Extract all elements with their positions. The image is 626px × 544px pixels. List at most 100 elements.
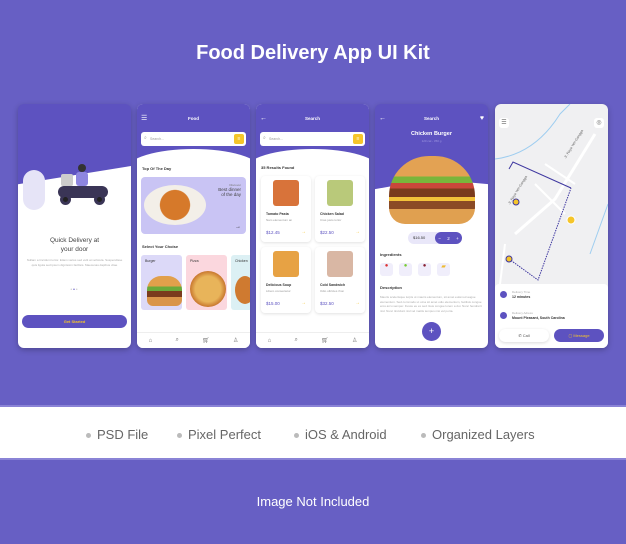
choice-heading: Select Your Choise [142, 244, 179, 249]
page-indicator[interactable]: ••• [18, 287, 131, 293]
chicken-dish-image [144, 185, 206, 225]
lettuce-icon: ● [399, 263, 412, 276]
food-card[interactable]: Tomato Pasta Nam elementum an $12.45 → [261, 176, 311, 242]
search-icon[interactable]: ⌕ [175, 337, 178, 344]
onboarding-body: Nullam a tincidunt tortor. Etiam varius … [26, 258, 123, 267]
search-results-screen: ← Search ⌕ Search... ≡ 35 Results Found To… [256, 104, 369, 348]
filter-icon[interactable]: ≡ [353, 134, 363, 144]
profile-icon[interactable]: ♙ [233, 337, 238, 344]
increase-button[interactable]: + [456, 236, 459, 241]
call-button[interactable]: ✆ Call [499, 329, 549, 342]
arrow-right-icon[interactable]: → [355, 229, 360, 235]
arrow-right-icon[interactable]: → [301, 300, 306, 306]
onion-icon: ● [418, 263, 431, 276]
feature-label: iOS & Android [305, 427, 387, 442]
detail-title: Search [423, 116, 439, 121]
product-meta: 120 cal - 350 g [421, 139, 442, 143]
features-band: PSD File Pixel Perfect iOS & Android Org… [0, 405, 626, 460]
food-price: $15.00 [266, 301, 280, 306]
promo-title-line2: of the day [221, 192, 241, 197]
category-label: Pizza [190, 259, 199, 263]
cheese-icon: ▰ [437, 263, 450, 276]
home-icon[interactable]: ⌂ [268, 338, 272, 344]
clock-icon [500, 291, 507, 298]
locate-button[interactable]: ◎ [594, 118, 604, 128]
tracking-screen: Jl. Raya Yeh Gangga Jl. Raya Yeh Gangga … [495, 104, 608, 348]
food-name: Cold Sandwich [320, 283, 346, 287]
cloud-illustration [23, 170, 45, 210]
profile-icon[interactable]: ♙ [352, 337, 357, 344]
onboarding-heading-line2: your door [60, 246, 89, 253]
get-started-button[interactable]: Get Started [22, 315, 127, 328]
search-input[interactable]: ⌕ Search... ≡ [141, 132, 246, 146]
menu-button[interactable]: ☰ [499, 118, 509, 128]
scooter-illustration [56, 164, 116, 209]
category-label: Chicken [235, 259, 248, 263]
category-chicken[interactable]: Chicken [231, 255, 250, 310]
delivery-address-label: Delivery Adress [512, 311, 533, 315]
food-desc: Cras justo tortor [320, 218, 342, 222]
feature-item: iOS & Android [294, 427, 387, 442]
search-icon: ⌕ [144, 135, 147, 141]
arrow-right-icon[interactable]: → [235, 224, 241, 230]
bullet-icon [421, 433, 426, 439]
onboarding-screen: Quick Delivery at your door Nullam a tin… [18, 104, 131, 348]
pasta-image [273, 180, 299, 206]
results-title: Search [304, 116, 320, 121]
quantity-value: 2 [447, 235, 450, 241]
bottom-nav: ⌂ ⌕ 🛒︎ ♙ [256, 332, 369, 348]
search-icon[interactable]: ⌕ [294, 337, 297, 344]
tomato-icon: ● [380, 263, 393, 276]
add-to-cart-button[interactable]: + [422, 322, 441, 341]
results-count: 35 Results Found [261, 165, 295, 170]
feature-label: Pixel Perfect [188, 427, 261, 442]
category-pizza[interactable]: Pizza [186, 255, 227, 310]
category-label: Burger [145, 259, 156, 263]
cart-icon[interactable]: 🛒︎ [321, 337, 329, 344]
message-label: Message [573, 333, 590, 338]
home-title: Food [188, 116, 199, 121]
ingredients-list: ● ● ● ▰ [380, 263, 450, 276]
price-quantity-pill: $16.50 − 2 + [408, 232, 462, 244]
soup-image [273, 251, 299, 277]
banner-title: Food Delivery App UI Kit [196, 42, 430, 64]
home-icon[interactable]: ⌂ [149, 338, 153, 344]
heart-icon[interactable]: ♥ [480, 115, 484, 122]
decrease-button[interactable]: − [438, 236, 441, 241]
call-label: Call [522, 333, 530, 338]
feature-item: Organized Layers [421, 427, 535, 442]
quantity-stepper[interactable]: − 2 + [435, 232, 462, 244]
search-input[interactable]: ⌕ Search... ≡ [260, 132, 365, 146]
home-screen: ☰ Food ⌕ Search... ≡ Top Of The Day Discov… [137, 104, 250, 348]
search-icon: ⌕ [263, 135, 266, 141]
feature-item: PSD File [86, 427, 148, 442]
search-placeholder: Search... [269, 136, 284, 141]
product-price: $16.50 [413, 235, 426, 240]
feature-label: Organized Layers [432, 427, 535, 442]
food-name: Tomato Pasta [266, 212, 289, 216]
cart-icon[interactable]: 🛒︎ [202, 337, 210, 344]
search-placeholder: Search... [150, 136, 165, 141]
delivery-time-label: Delivery Time [512, 290, 531, 294]
food-desc: Odio ultricies rhon [320, 289, 345, 293]
promo-card[interactable]: Discover Best dinner of the day → [141, 177, 246, 234]
category-burger[interactable]: Burger [141, 255, 182, 310]
food-price: $12.45 [266, 230, 280, 235]
message-button[interactable]: ▢ Message [554, 329, 604, 342]
food-card[interactable]: Cold Sandwich Odio ultricies rhon $32.50 → [315, 247, 365, 313]
description-heading: Description [380, 285, 403, 290]
feature-item: Pixel Perfect [177, 427, 261, 442]
burger-image [389, 156, 475, 224]
destination-marker [505, 255, 513, 263]
burger-image [147, 276, 182, 306]
arrow-right-icon[interactable]: → [301, 229, 306, 235]
filter-icon[interactable]: ≡ [234, 134, 244, 144]
sandwich-image [327, 251, 353, 277]
courier-marker [566, 215, 576, 225]
food-price: $22.50 [320, 230, 334, 235]
food-card[interactable]: Chicken Salad Cras justo tortor $22.50 → [315, 176, 365, 242]
feature-label: PSD File [97, 427, 149, 442]
arrow-right-icon[interactable]: → [355, 300, 360, 306]
food-card[interactable]: Delicious Soup Libero consectetur $15.00 → [261, 247, 311, 313]
delivery-time-value: 12 minutes [512, 295, 531, 299]
